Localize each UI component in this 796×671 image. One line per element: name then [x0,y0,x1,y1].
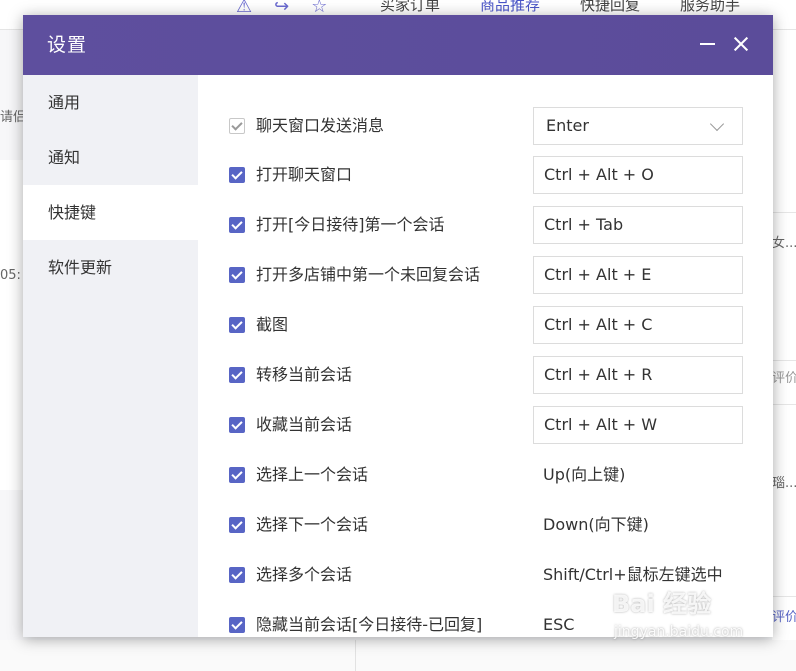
bg-right-snippet: 瑙... [772,476,796,491]
send-key-select[interactable]: Enter [533,107,743,145]
settings-sidebar: 通用 通知 快捷键 软件更新 [23,75,198,637]
close-button[interactable] [730,33,752,55]
shortcut-checkbox[interactable] [229,267,245,283]
settings-dialog: 设置 通用 通知 快捷键 软件更新 聊天窗口发送消息 Enter 打开聊天窗口 … [23,15,773,637]
sidebar-item-update[interactable]: 软件更新 [23,240,198,295]
shortcut-row: 聊天窗口发送消息 Enter [198,106,773,146]
shortcut-checkbox[interactable] [229,167,245,183]
minimize-button[interactable] [697,33,719,55]
bg-right-snippet: 女... [772,236,796,251]
bg-right-snippet: 评价 [772,610,796,625]
shortcut-checkbox[interactable] [229,517,245,533]
shortcuts-panel: 聊天窗口发送消息 Enter 打开聊天窗口 Ctrl + Alt + O 打开[… [198,75,773,637]
shortcut-key-text: Up(向上键) [543,465,626,484]
shortcut-key-text: Down(向下键) [543,515,649,534]
shortcut-row: 收藏当前会话 Ctrl + Alt + W [198,405,773,445]
shortcut-key-input[interactable]: Ctrl + Alt + E [533,256,743,294]
dialog-titlebar[interactable]: 设置 [23,15,773,75]
shortcut-label: 选择上一个会话 [256,465,369,484]
shortcut-label: 聊天窗口发送消息 [256,116,385,135]
shortcut-key-input[interactable]: Ctrl + Alt + R [533,356,743,394]
background-left-card [0,160,24,490]
dialog-title: 设置 [47,34,88,56]
shortcut-label: 打开聊天窗口 [256,165,353,184]
sidebar-item-general[interactable]: 通用 [23,75,198,130]
shortcut-key-text: Shift/Ctrl+鼠标左键选中 [543,565,723,584]
shortcut-row: 打开多店铺中第一个未回复会话 Ctrl + Alt + E [198,255,773,295]
shortcut-label: 截图 [256,315,289,334]
shortcut-label: 收藏当前会话 [256,415,353,434]
shortcut-label: 转移当前会话 [256,365,353,384]
chevron-down-icon [709,116,725,132]
background-bottom [0,640,796,671]
bg-right-snippet: 评价 [772,371,796,386]
divider [772,596,796,597]
shortcut-checkbox[interactable] [229,217,245,233]
shortcut-row: 选择多个会话 Shift/Ctrl+鼠标左键选中 [198,555,773,595]
shortcut-checkbox[interactable] [229,317,245,333]
shortcut-checkbox[interactable] [229,118,245,134]
shortcut-row: 隐藏当前会话[今日接待-已回复] ESC [198,605,773,637]
shortcut-key-input[interactable]: Ctrl + Alt + O [533,156,743,194]
shortcut-key-value: Enter [546,116,589,135]
shortcut-label: 隐藏当前会话[今日接待-已回复] [256,615,483,634]
shortcut-row: 选择上一个会话 Up(向上键) [198,455,773,495]
shortcut-checkbox[interactable] [229,617,245,633]
shortcut-row: 截图 Ctrl + Alt + C [198,305,773,345]
background-right-panel [772,30,796,671]
shortcut-label: 选择多个会话 [256,565,353,584]
divider [772,212,796,213]
shortcut-row: 选择下一个会话 Down(向下键) [198,505,773,545]
divider [772,404,796,405]
divider [355,640,356,671]
shortcut-checkbox[interactable] [229,567,245,583]
sidebar-item-notification[interactable]: 通知 [23,130,198,185]
shortcut-checkbox[interactable] [229,367,245,383]
shortcut-key-input[interactable]: Ctrl + Alt + W [533,406,743,444]
sidebar-item-shortcuts[interactable]: 快捷键 [23,185,198,240]
shortcut-row: 转移当前会话 Ctrl + Alt + R [198,355,773,395]
shortcut-key-input[interactable]: Ctrl + Alt + C [533,306,743,344]
shortcut-key-input[interactable]: Ctrl + Tab [533,206,743,244]
shortcut-checkbox[interactable] [229,467,245,483]
shortcut-label: 选择下一个会话 [256,515,369,534]
shortcut-row: 打开聊天窗口 Ctrl + Alt + O [198,155,773,195]
divider [772,360,796,361]
shortcut-label: 打开多店铺中第一个未回复会话 [256,265,481,284]
shortcut-label: 打开[今日接待]第一个会话 [256,215,445,234]
shortcut-key-text: ESC [543,615,575,634]
bg-left-snippet: 05: [0,268,21,283]
shortcut-row: 打开[今日接待]第一个会话 Ctrl + Tab [198,205,773,245]
shortcut-checkbox[interactable] [229,417,245,433]
